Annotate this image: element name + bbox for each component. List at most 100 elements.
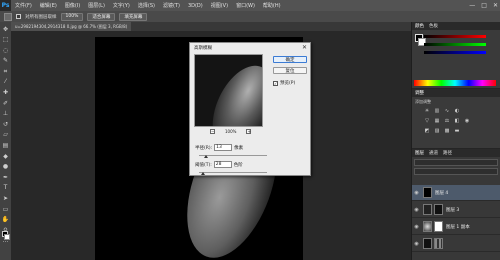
close-icon[interactable]: ✕ — [302, 44, 307, 51]
close-button[interactable]: ✕ — [493, 2, 498, 9]
zoom-100-button[interactable]: 100% — [60, 12, 84, 21]
menu-view[interactable]: 视图(V) — [207, 2, 232, 9]
bw-icon[interactable]: ◧ — [454, 118, 460, 124]
layer-thumbnail — [423, 221, 432, 232]
threshold-slider-handle[interactable] — [201, 172, 205, 175]
blur-tool-icon[interactable]: ◆ — [2, 153, 9, 160]
brush-tool-icon[interactable]: ✐ — [2, 100, 9, 107]
move-tool-icon[interactable]: ✥ — [2, 26, 9, 33]
menu-bar: Ps 文件(F) 编辑(E) 图像(I) 图层(L) 文字(Y) 选择(S) 滤… — [0, 0, 500, 11]
threshold-icon[interactable]: ▩ — [444, 128, 450, 134]
threshold-input[interactable]: 28 — [213, 161, 232, 168]
menu-edit[interactable]: 编辑(E) — [36, 2, 61, 9]
posterize-icon[interactable]: ▨ — [434, 128, 440, 134]
color-balance-icon[interactable]: ⚖ — [444, 118, 450, 124]
tab-channels[interactable]: 通道 — [429, 150, 438, 156]
layer-name: 图层 3 — [446, 207, 460, 213]
color-panel — [412, 30, 500, 88]
gaussian-blur-dialog: 高斯模糊 ✕ − 100% + 确定 复位 ✓ 预览(P) 半径(R): 13 … — [189, 42, 311, 176]
lasso-tool-icon[interactable]: ◌ — [2, 47, 9, 54]
zoom-in-button[interactable]: + — [246, 129, 252, 134]
crop-tool-icon[interactable]: ⌗ — [2, 68, 9, 75]
curves-icon[interactable]: ∿ — [444, 108, 450, 114]
red-slider[interactable] — [424, 35, 486, 38]
adjustments-tab: 调整 — [412, 89, 500, 97]
menu-image[interactable]: 图像(I) — [61, 2, 84, 9]
document-tab[interactable]: u=2982194304,2914318 0.jpg @ 66.7% (图层 3… — [11, 22, 131, 31]
color-spectrum[interactable] — [414, 80, 496, 86]
fill-screen-button[interactable]: 填充屏幕 — [119, 12, 148, 21]
layer-row[interactable]: ◉ 图层 3 — [412, 202, 500, 218]
quick-select-tool-icon[interactable]: ✎ — [2, 58, 9, 65]
layer-filter-row[interactable] — [414, 159, 498, 166]
radius-input[interactable]: 13 — [214, 144, 233, 151]
green-slider[interactable] — [424, 43, 486, 46]
vibrance-icon[interactable]: ▽ — [424, 118, 430, 124]
radius-unit: 像素 — [234, 145, 244, 151]
menu-help[interactable]: 帮助(H) — [259, 2, 285, 9]
restore-button[interactable]: □ — [481, 2, 487, 9]
tools-panel: ✥ ⬚ ◌ ✎ ⌗ ⁄ ✚ ✐ ⊥ ↺ ▱ ▤ ◆ ● ✒ T ➤ ▭ ✋ ⚲ … — [0, 22, 11, 260]
clone-stamp-tool-icon[interactable]: ⊥ — [2, 111, 9, 118]
menu-filter[interactable]: 滤镜(T) — [159, 2, 184, 9]
threshold-slider-track[interactable] — [199, 172, 267, 173]
dodge-tool-icon[interactable]: ● — [2, 164, 9, 171]
layer-thumbnail — [423, 238, 432, 249]
zoom-out-button[interactable]: − — [210, 129, 215, 134]
tab-paths[interactable]: 路径 — [443, 150, 452, 156]
history-brush-tool-icon[interactable]: ↺ — [2, 121, 9, 128]
tab-layers[interactable]: 图层 — [415, 150, 424, 156]
healing-tool-icon[interactable]: ✚ — [2, 90, 9, 97]
visibility-eye-icon[interactable]: ◉ — [412, 190, 421, 196]
preview-option[interactable]: ✓ 预览(P) — [273, 80, 295, 86]
exposure-icon[interactable]: ◐ — [454, 108, 460, 114]
gradient-tool-icon[interactable]: ▤ — [2, 143, 9, 150]
menu-file[interactable]: 文件(F) — [11, 2, 36, 9]
menu-3d[interactable]: 3D(D) — [184, 3, 207, 9]
radius-label: 半径(R): — [195, 145, 213, 151]
blue-slider[interactable] — [424, 51, 486, 54]
filter-preview[interactable] — [194, 54, 263, 127]
radius-row: 半径(R): 13 像素 — [195, 144, 243, 151]
reset-button[interactable]: 复位 — [273, 67, 307, 74]
brightness-icon[interactable]: ☀ — [424, 108, 430, 114]
tab-adjustments[interactable]: 调整 — [415, 90, 424, 96]
radius-slider-track[interactable] — [199, 155, 267, 156]
radius-slider-handle[interactable] — [204, 155, 208, 158]
layer-row[interactable]: ◉ 图层 4 — [412, 185, 500, 201]
background-color-swatch[interactable] — [4, 234, 10, 240]
preview-checkbox[interactable]: ✓ — [273, 80, 278, 86]
preview-zoom-label: 100% — [225, 129, 237, 134]
menu-select[interactable]: 选择(S) — [134, 2, 159, 9]
gradient-map-icon[interactable]: ▬ — [454, 128, 460, 134]
eraser-tool-icon[interactable]: ▱ — [2, 132, 9, 139]
type-tool-icon[interactable]: T — [2, 185, 9, 192]
sample-all-layers-checkbox[interactable] — [16, 14, 21, 19]
eyedropper-tool-icon[interactable]: ⁄ — [2, 79, 9, 86]
visibility-eye-icon[interactable]: ◉ — [412, 224, 421, 230]
tab-swatches[interactable]: 色板 — [429, 23, 438, 29]
visibility-eye-icon[interactable]: ◉ — [412, 241, 421, 247]
marquee-tool-icon[interactable]: ⬚ — [2, 37, 9, 44]
blend-mode-row[interactable] — [414, 168, 498, 175]
tab-color[interactable]: 颜色 — [415, 23, 424, 29]
photo-filter-icon[interactable]: ◉ — [464, 118, 470, 124]
pen-tool-icon[interactable]: ✒ — [2, 174, 9, 181]
layer-row[interactable]: ◉ — [412, 236, 500, 252]
invert-icon[interactable]: ◩ — [424, 128, 430, 134]
menu-type[interactable]: 文字(Y) — [109, 2, 134, 9]
fit-screen-button[interactable]: 适合屏幕 — [87, 12, 116, 21]
minimize-button[interactable]: — — [469, 2, 475, 9]
hue-icon[interactable]: ▦ — [434, 118, 440, 124]
menu-window[interactable]: 窗口(W) — [232, 2, 259, 9]
hand-tool-icon[interactable]: ✋ — [2, 217, 9, 224]
shape-tool-icon[interactable]: ▭ — [2, 206, 9, 213]
layer-row[interactable]: ◉ 图层 1 副本 — [412, 219, 500, 235]
layers-panel-tabs: 图层 通道 路径 — [412, 149, 500, 157]
zoom-tool-icon[interactable] — [4, 12, 12, 21]
levels-icon[interactable]: ▥ — [434, 108, 440, 114]
visibility-eye-icon[interactable]: ◉ — [412, 207, 421, 213]
menu-layer[interactable]: 图层(L) — [84, 2, 109, 9]
ok-button[interactable]: 确定 — [273, 56, 307, 63]
path-select-tool-icon[interactable]: ➤ — [2, 196, 9, 203]
